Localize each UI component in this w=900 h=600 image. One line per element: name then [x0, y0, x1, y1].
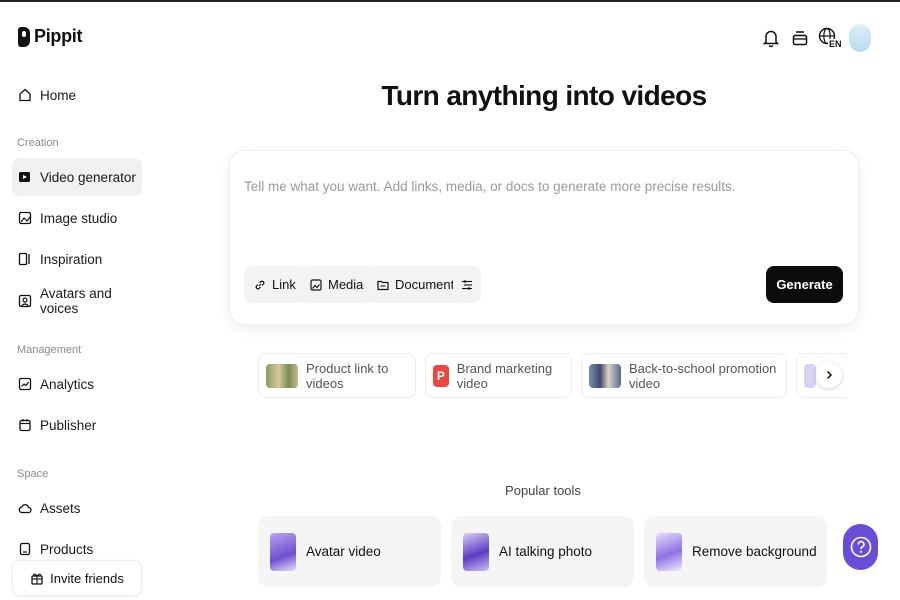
tool-thumbnail — [270, 532, 296, 571]
prompt-card: Tell me what you want. Add links, media,… — [230, 151, 858, 324]
analytics-icon — [18, 377, 32, 391]
tool-thumbnail — [463, 532, 489, 571]
generate-button[interactable]: Generate — [766, 266, 843, 303]
sidebar: Pippit Home Creation Video generator Ima… — [0, 0, 150, 600]
section-label-space: Space — [17, 468, 49, 480]
sidebar-item-label: Home — [40, 87, 77, 103]
app-logo[interactable]: Pippit — [18, 26, 83, 47]
help-button[interactable] — [843, 524, 878, 570]
section-label-creation: Creation — [17, 137, 59, 149]
popular-tools-heading: Popular tools — [505, 483, 581, 498]
sidebar-item-home[interactable]: Home — [12, 76, 142, 114]
invite-friends-label: Invite friends — [50, 570, 124, 586]
sidebar-item-image-studio[interactable]: Image studio — [12, 199, 142, 237]
sidebar-item-label: Analytics — [40, 376, 95, 392]
tool-thumbnail — [656, 532, 682, 571]
image-icon — [310, 278, 322, 291]
language-code: EN — [828, 39, 843, 49]
gift-icon — [31, 573, 43, 585]
sidebar-item-label: Video generator — [40, 169, 136, 185]
video-generator-icon — [19, 172, 30, 182]
sidebar-item-label: Inspiration — [40, 251, 103, 267]
sidebar-item-inspiration[interactable]: Inspiration — [12, 240, 142, 278]
bell-icon — [762, 30, 780, 48]
add-media-button[interactable]: Media — [300, 266, 374, 303]
sidebar-item-label: Avatars and voices — [40, 286, 112, 316]
inspiration-icon — [18, 252, 30, 266]
chip-label: Link — [272, 277, 296, 292]
chip-label: Media — [328, 277, 364, 292]
settings-button[interactable] — [453, 266, 481, 303]
product-icon — [19, 542, 31, 556]
suggestion-thumbnail — [589, 363, 621, 388]
sidebar-item-label: Image studio — [40, 210, 118, 226]
link-icon — [255, 280, 265, 289]
calendar-icon — [19, 419, 31, 432]
language-button[interactable]: EN — [818, 27, 843, 49]
brand-p-icon: P — [433, 364, 449, 387]
suggestion-label: Back-to-school promotion video — [629, 360, 777, 391]
folder-icon — [377, 280, 389, 290]
prompt-input[interactable]: Tell me what you want. Add links, media,… — [244, 179, 735, 194]
home-icon — [19, 88, 31, 102]
tool-avatar-video[interactable]: Avatar video — [258, 516, 441, 587]
tool-label: Remove background — [692, 544, 817, 559]
tool-label: AI talking photo — [499, 544, 593, 559]
tool-ai-talking-photo[interactable]: AI talking photo — [451, 516, 634, 587]
sidebar-item-publisher[interactable]: Publisher — [12, 406, 142, 444]
suggestion-product-link[interactable]: Product link to videos — [258, 353, 416, 398]
invite-friends-button[interactable]: Invite friends — [12, 560, 142, 596]
sidebar-item-label: Assets — [40, 500, 81, 516]
pippit-logo-icon — [18, 26, 30, 47]
add-document-button[interactable]: Document — [367, 266, 465, 303]
app-name: Pippit — [34, 26, 83, 46]
sidebar-item-video-generator[interactable]: Video generator — [12, 158, 142, 196]
sidebar-item-label: Publisher — [40, 417, 97, 433]
sidebar-item-analytics[interactable]: Analytics — [12, 365, 142, 403]
settings-sliders-icon — [462, 279, 472, 290]
tool-remove-background[interactable]: Remove background — [644, 516, 827, 587]
suggestion-thumbnail — [266, 363, 298, 388]
suggestion-back-to-school[interactable]: Back-to-school promotion video — [581, 353, 787, 398]
avatar-icon — [18, 294, 32, 308]
suggestion-thumbnail — [804, 363, 816, 388]
suggestion-brand-marketing[interactable]: P Brand marketing video — [425, 353, 572, 398]
credits-button[interactable] — [790, 27, 810, 49]
add-link-button[interactable]: Link — [244, 266, 306, 303]
cloud-icon — [18, 504, 32, 514]
question-icon — [850, 536, 871, 558]
tool-label: Avatar video — [306, 544, 381, 559]
suggestions-next-button[interactable] — [816, 362, 842, 388]
notifications-button[interactable] — [761, 27, 781, 49]
user-avatar[interactable] — [849, 24, 871, 52]
image-icon — [18, 211, 32, 225]
chevron-right-icon — [826, 370, 833, 380]
stack-icon — [792, 31, 808, 46]
sidebar-item-label: Products — [40, 541, 94, 557]
page-title: Turn anything into videos — [381, 80, 707, 111]
section-label-management: Management — [17, 344, 82, 356]
sidebar-item-avatars-and-voices[interactable]: Avatars and voices — [12, 282, 142, 320]
suggestion-label: Product link to videos — [306, 360, 389, 391]
suggestion-label: Brand marketing video — [456, 360, 553, 391]
chip-label: Document — [395, 277, 455, 292]
sidebar-item-assets[interactable]: Assets — [12, 489, 142, 527]
